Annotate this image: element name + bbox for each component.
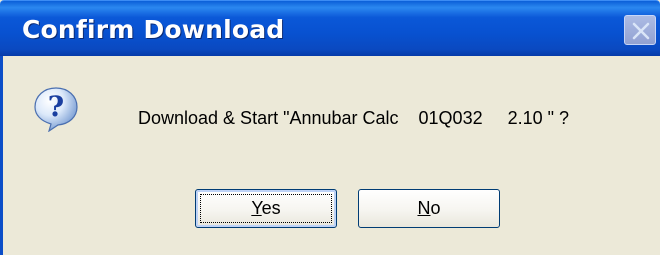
dialog-title: Confirm Download — [22, 15, 285, 44]
close-icon — [632, 22, 650, 40]
confirm-download-dialog: Confirm Download ? Download & Start "Ann… — [0, 0, 660, 255]
window-border — [0, 56, 3, 255]
yes-button-label: Yes — [251, 198, 281, 218]
close-button[interactable] — [624, 15, 656, 45]
yes-button[interactable]: Yes — [195, 189, 337, 228]
svg-text:?: ? — [48, 90, 64, 123]
confirm-message: Download & Start "Annubar Calc 01Q032 2.… — [138, 108, 570, 128]
question-icon: ? — [34, 87, 78, 132]
no-button-label: No — [417, 198, 441, 218]
no-button[interactable]: No — [358, 189, 500, 228]
title-bar[interactable]: Confirm Download — [0, 0, 660, 56]
